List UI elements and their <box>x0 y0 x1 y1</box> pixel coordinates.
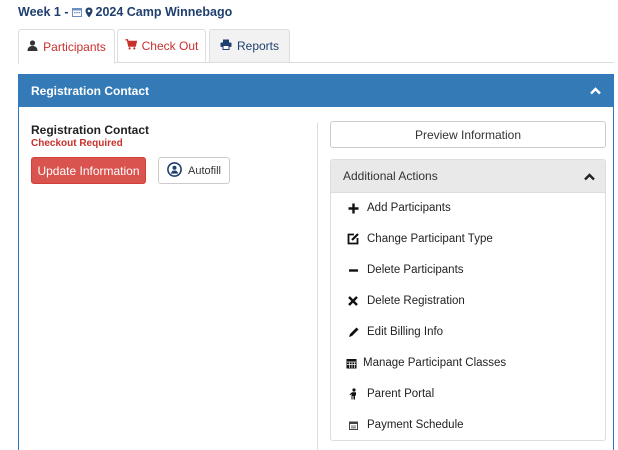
user-icon <box>27 39 38 54</box>
print-icon <box>220 39 232 53</box>
action-label: Change Participant Type <box>367 233 493 245</box>
tab-reports-label: Reports <box>236 39 280 53</box>
panel-title: Registration Contact <box>31 84 150 98</box>
tab-bar: Participants Check Out Reports <box>18 29 614 64</box>
tab-participants[interactable]: Participants <box>18 29 115 64</box>
action-label: Edit Billing Info <box>367 326 444 338</box>
contact-title: Registration Contact <box>31 123 150 137</box>
action-label: Manage Participant Classes <box>363 357 507 369</box>
event-name: 2024 Camp Winnebago <box>95 5 233 19</box>
additional-actions-header[interactable]: Additional Actions <box>331 160 605 193</box>
additional-actions-title: Additional Actions <box>343 169 438 183</box>
action-delete-registration[interactable]: Delete Registration <box>331 286 605 316</box>
person-icon <box>342 388 364 400</box>
autofill-button[interactable]: Autofill <box>158 157 230 184</box>
contact-section: Registration Contact Checkout Required U… <box>31 123 230 184</box>
action-parent-portal[interactable]: Parent Portal <box>331 379 605 409</box>
calendar-icon <box>71 7 82 17</box>
action-manage-participant-classes[interactable]: Manage Participant Classes <box>331 348 605 378</box>
autofill-label: Autofill <box>187 164 222 177</box>
cart-icon <box>125 39 137 53</box>
additional-actions-panel: Additional Actions Add Participants Chan… <box>330 159 606 441</box>
calendar-small-icon <box>342 421 364 430</box>
map-marker-icon <box>85 7 93 18</box>
minus-icon <box>342 265 364 276</box>
preview-information-button[interactable]: Preview Information <box>330 121 606 148</box>
action-edit-billing-info[interactable]: Edit Billing Info <box>331 317 605 347</box>
title-prefix: Week 1 - <box>18 5 69 19</box>
action-delete-participants[interactable]: Delete Participants <box>331 255 605 285</box>
update-information-button[interactable]: Update Information <box>31 157 146 184</box>
action-add-participants[interactable]: Add Participants <box>331 193 605 223</box>
registration-contact-panel: Registration Contact Registration Contac… <box>18 74 614 450</box>
column-divider <box>317 123 318 450</box>
edit-icon <box>342 233 364 245</box>
action-change-participant-type[interactable]: Change Participant Type <box>331 224 605 254</box>
plus-icon <box>342 203 364 214</box>
checkout-required-status: Checkout Required <box>31 138 123 149</box>
action-payment-schedule[interactable]: Payment Schedule <box>331 410 605 440</box>
user-circle-icon <box>167 161 182 180</box>
action-label: Payment Schedule <box>367 419 464 431</box>
pencil-icon <box>342 327 364 338</box>
action-label: Add Participants <box>367 202 451 214</box>
chevron-up-icon[interactable] <box>584 170 595 184</box>
tab-check-out-label: Check Out <box>141 39 199 53</box>
tab-participants-label: Participants <box>43 39 106 54</box>
action-label: Parent Portal <box>367 388 435 400</box>
tab-reports[interactable]: Reports <box>209 29 290 63</box>
action-label: Delete Participants <box>367 264 464 276</box>
page-title: Week 1 - 2024 Camp Winnebago <box>18 5 232 19</box>
tab-check-out[interactable]: Check Out <box>117 29 206 63</box>
chevron-up-icon[interactable] <box>590 84 601 98</box>
panel-header[interactable]: Registration Contact <box>19 75 613 107</box>
close-icon <box>342 296 364 306</box>
calendar-icon <box>340 358 362 369</box>
action-label: Delete Registration <box>367 295 465 307</box>
